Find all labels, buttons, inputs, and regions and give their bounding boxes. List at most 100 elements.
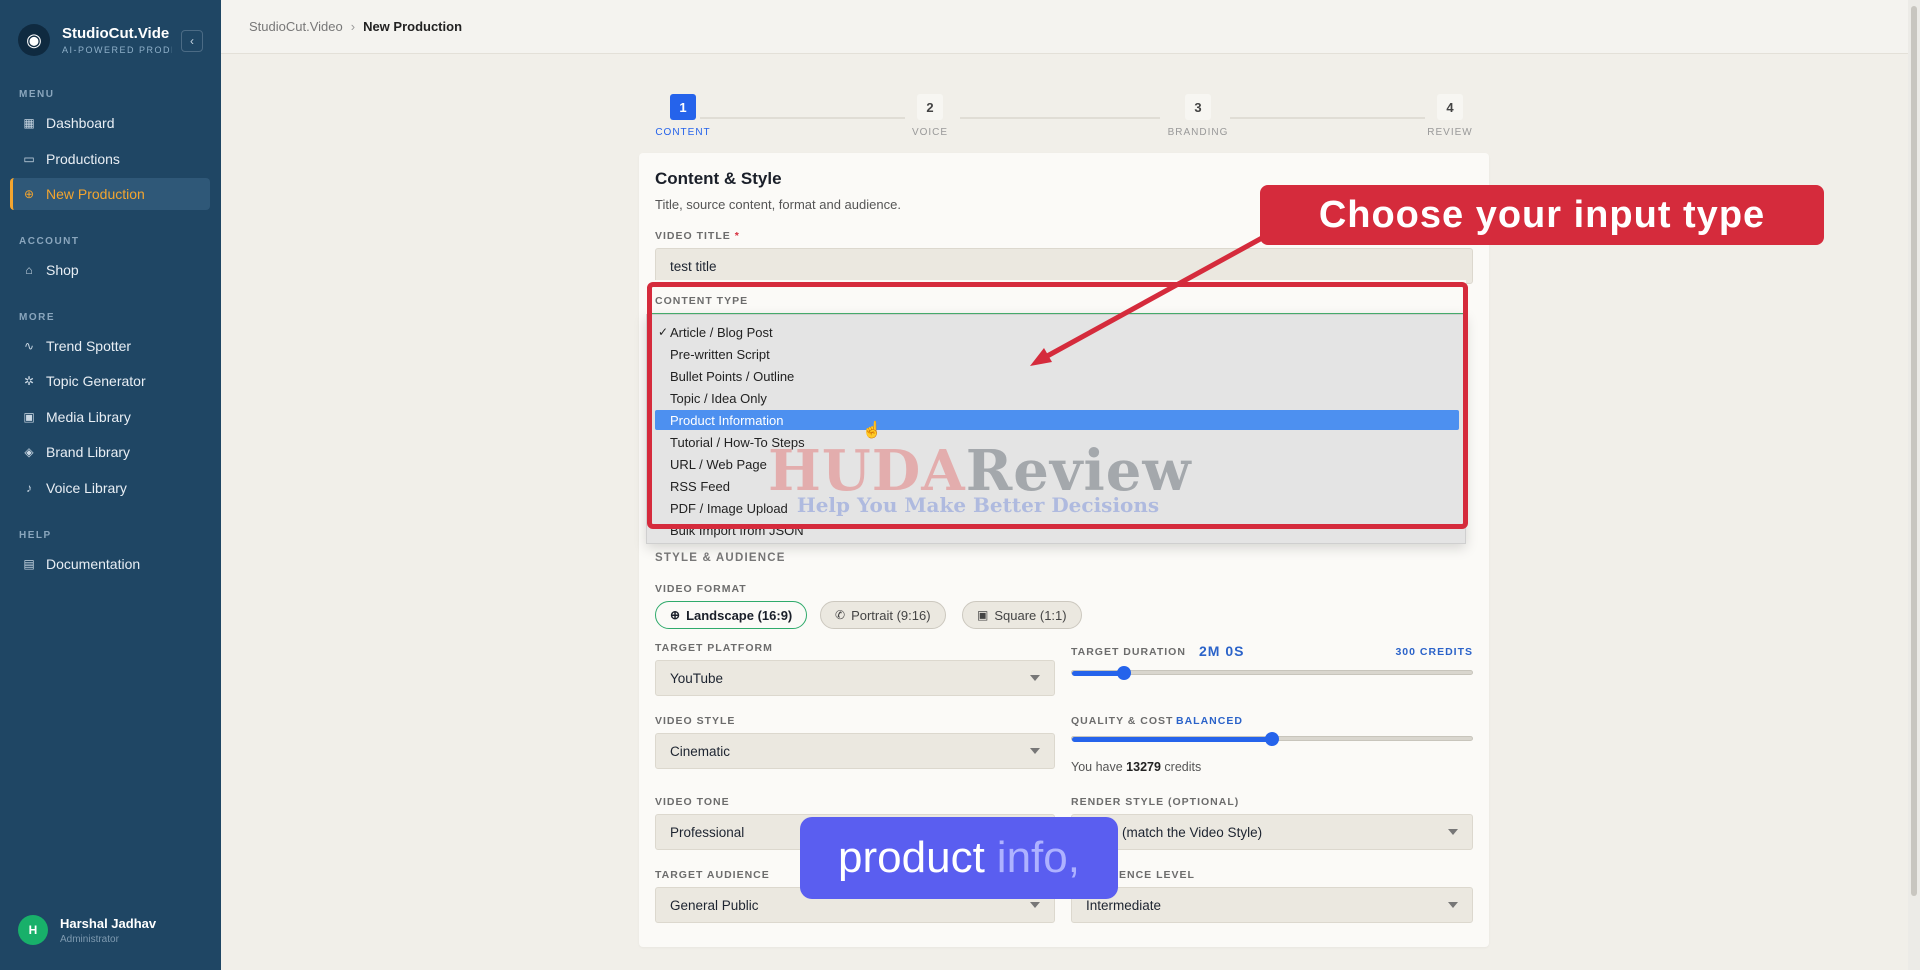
sidebar-item-documentation[interactable]: ▤ Documentation [10, 548, 210, 580]
target-platform-select[interactable]: YouTube [655, 660, 1055, 696]
hand-cursor-icon: ☝ [862, 422, 882, 439]
tag-icon: ◈ [24, 445, 34, 459]
step-label: REVIEW [1427, 127, 1473, 138]
breadcrumb-current: New Production [363, 19, 463, 34]
image-icon: ▣ [977, 608, 989, 622]
breadcrumb-separator: › [350, 19, 356, 34]
step-number: 4 [1437, 94, 1463, 120]
stepper-connector [700, 117, 905, 119]
user-profile[interactable]: H Harshal Jadhav Administrator [18, 915, 156, 945]
sidebar-item-label: Documentation [46, 556, 141, 572]
bag-icon: ⌂ [25, 263, 33, 277]
video-title-input[interactable]: test title [655, 248, 1473, 284]
sidebar-item-label: Shop [46, 262, 79, 278]
user-role: Administrator [60, 933, 119, 945]
target-duration-label: TARGET DURATION [1071, 646, 1186, 658]
chevron-down-icon [1030, 748, 1040, 754]
target-platform-label: TARGET PLATFORM [655, 642, 773, 654]
phone-icon: ✆ [835, 608, 846, 622]
duration-credits: 300 CREDITS [1395, 646, 1473, 658]
step-branding[interactable]: 3 BRANDING [1160, 94, 1236, 138]
plus-circle-icon: ⊕ [23, 187, 35, 201]
sidebar-item-label: Topic Generator [46, 373, 146, 389]
folder-icon: ▭ [23, 152, 35, 166]
sidebar-item-shop[interactable]: ⌂ Shop [10, 254, 210, 286]
avatar: H [18, 915, 48, 945]
format-square-button[interactable]: ▣ Square (1:1) [962, 601, 1082, 629]
chevron-down-icon [1030, 902, 1040, 908]
page-scrollbar[interactable] [1908, 0, 1920, 970]
chevron-down-icon [1448, 902, 1458, 908]
sparkle-icon: ✲ [23, 374, 35, 388]
video-format-label: VIDEO FORMAT [655, 583, 747, 595]
brand[interactable]: ◉ StudioCut.Vide AI-POWERED PRODI [18, 20, 172, 60]
sidebar-item-trend-spotter[interactable]: ∿ Trend Spotter [10, 330, 210, 362]
book-icon: ▤ [23, 557, 35, 571]
section-label-menu: MENU [19, 89, 55, 100]
sidebar-item-new-production[interactable]: ⊕ New Production [10, 178, 210, 210]
render-style-select[interactable]: (match the Video Style) [1071, 814, 1473, 850]
step-label: CONTENT [655, 127, 711, 138]
experience-level-select[interactable]: Intermediate [1071, 887, 1473, 923]
chevron-down-icon [1030, 675, 1040, 681]
quality-cost-label: QUALITY & COST [1071, 715, 1174, 727]
slider-fill [1072, 737, 1272, 742]
target-audience-label: TARGET AUDIENCE [655, 869, 770, 881]
section-label-account: ACCOUNT [19, 236, 80, 247]
target-duration-slider[interactable] [1071, 666, 1473, 680]
step-label: BRANDING [1167, 127, 1229, 138]
brand-name: StudioCut.Vide [62, 25, 170, 42]
format-portrait-button[interactable]: ✆ Portrait (9:16) [820, 601, 946, 629]
video-style-label: VIDEO STYLE [655, 715, 736, 727]
video-caption: product info, [800, 817, 1118, 899]
sidebar-item-dashboard[interactable]: ▦ Dashboard [10, 107, 210, 139]
step-number: 3 [1185, 94, 1211, 120]
image-icon: ▣ [23, 410, 35, 424]
globe-icon: ⊕ [670, 608, 681, 622]
sidebar: ◉ StudioCut.Vide AI-POWERED PRODI ‹ MENU… [0, 0, 221, 970]
video-title-label: VIDEO TITLE * [655, 230, 740, 242]
sidebar-item-media-library[interactable]: ▣ Media Library [10, 401, 210, 433]
section-label-help: HELP [19, 530, 52, 541]
sidebar-item-voice-library[interactable]: ♪ Voice Library [10, 472, 210, 504]
sidebar-item-label: Media Library [46, 409, 131, 425]
video-tone-label: VIDEO TONE [655, 796, 730, 808]
sidebar-item-brand-library[interactable]: ◈ Brand Library [10, 436, 210, 468]
sidebar-item-label: New Production [46, 186, 145, 202]
style-audience-header: STYLE & AUDIENCE [655, 552, 786, 564]
video-style-select[interactable]: Cinematic [655, 733, 1055, 769]
sidebar-item-label: Brand Library [46, 444, 131, 460]
section-label-more: MORE [19, 312, 55, 323]
brand-tagline: AI-POWERED PRODI [62, 45, 172, 55]
activity-icon: ∿ [23, 339, 35, 353]
card-subtitle: Title, source content, format and audien… [655, 197, 901, 212]
quality-cost-slider[interactable] [1071, 732, 1473, 746]
experience-level-label: ENCE LEVEL [1119, 869, 1195, 881]
mic-icon: ♪ [26, 481, 32, 495]
sidebar-item-topic-generator[interactable]: ✲ Topic Generator [10, 365, 210, 397]
breadcrumb-root[interactable]: StudioCut.Video [249, 19, 343, 34]
render-style-label: RENDER STYLE (OPTIONAL) [1071, 796, 1240, 808]
step-content[interactable]: 1 CONTENT [650, 94, 716, 138]
slider-thumb[interactable] [1265, 732, 1279, 746]
top-bar: StudioCut.Video › New Production [221, 0, 1908, 54]
sidebar-item-label: Productions [46, 151, 120, 167]
scrollbar-thumb[interactable] [1911, 6, 1917, 896]
highlight-box [647, 282, 1468, 529]
credits-balance: You have 13279 credits [1071, 760, 1202, 774]
collapse-sidebar-button[interactable]: ‹ [181, 30, 203, 52]
sidebar-item-productions[interactable]: ▭ Productions [10, 143, 210, 175]
chevron-left-icon: ‹ [190, 34, 194, 48]
user-name: Harshal Jadhav [60, 915, 157, 931]
step-label: VOICE [911, 127, 949, 138]
stepper-connector [1230, 117, 1425, 119]
step-review[interactable]: 4 REVIEW [1420, 94, 1480, 138]
quality-value: BALANCED [1176, 715, 1243, 727]
step-voice[interactable]: 2 VOICE [900, 94, 960, 138]
sidebar-item-label: Dashboard [46, 115, 115, 131]
format-landscape-button[interactable]: ⊕ Landscape (16:9) [655, 601, 808, 629]
slider-thumb[interactable] [1117, 666, 1131, 680]
sidebar-item-label: Voice Library [46, 480, 127, 496]
film-reel-icon: ◉ [18, 24, 50, 56]
grid-icon: ▦ [23, 116, 35, 130]
